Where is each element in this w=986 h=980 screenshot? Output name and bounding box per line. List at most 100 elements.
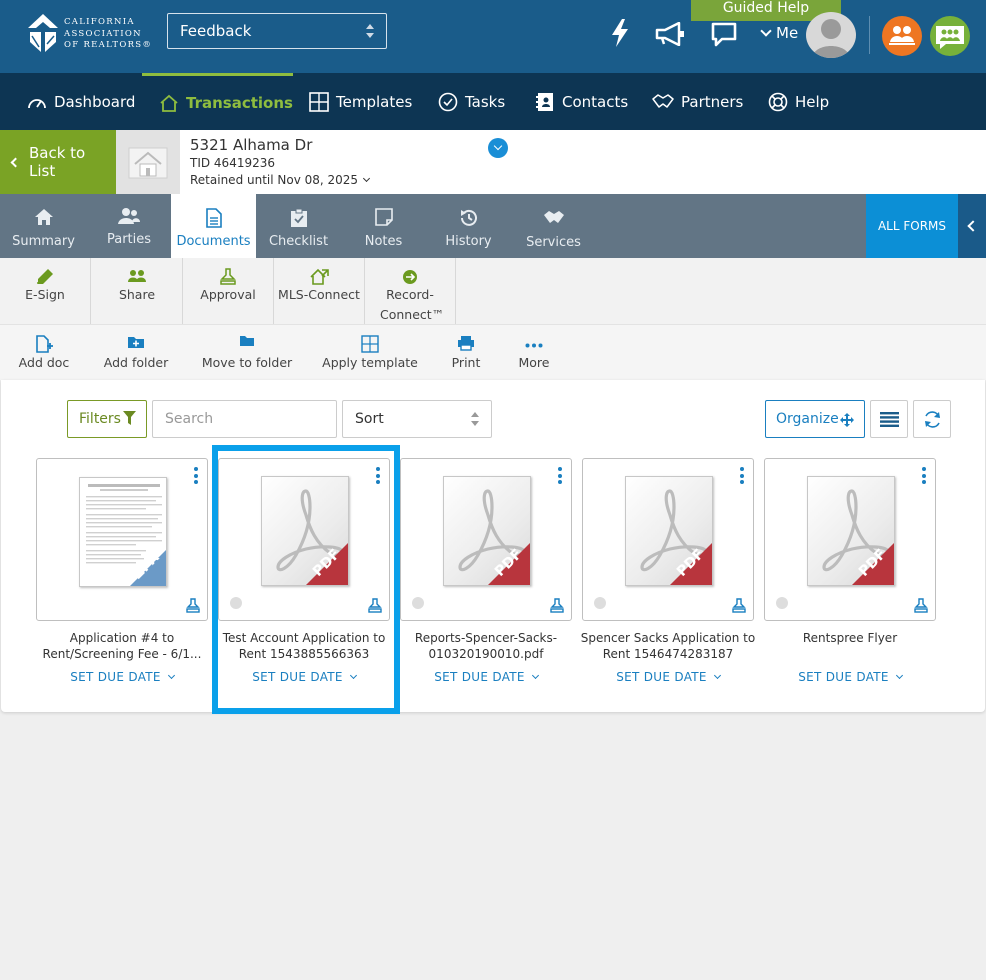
pdf-preview: PDF [807, 476, 895, 586]
document-thumbnail[interactable]: ZFX [36, 458, 208, 621]
property-house-icon [128, 147, 168, 179]
esign-button[interactable]: E-Sign [0, 258, 91, 324]
tab-notes[interactable]: Notes [341, 194, 426, 258]
tab-documents[interactable]: Documents [171, 194, 256, 258]
feedback-select[interactable]: Feedback [167, 13, 387, 49]
approval-stamp-icon[interactable] [731, 598, 747, 614]
document-thumbnail[interactable]: PDF [582, 458, 754, 621]
document-name[interactable]: Rentspree Flyer [760, 630, 940, 646]
nav-label: Dashboard [54, 92, 136, 111]
refresh-button[interactable] [913, 400, 951, 438]
logo-mark-icon [28, 14, 58, 52]
lifebuoy-icon [768, 92, 788, 111]
retention-date[interactable]: Retained until Nov 08, 2025 [190, 173, 371, 187]
mls-connect-button[interactable]: MLS-Connect [274, 258, 365, 324]
community-green-button[interactable] [930, 16, 970, 56]
chevron-left-icon [10, 157, 21, 167]
document-icon [205, 208, 222, 228]
document-actions-secondary: Add doc Add folder Move to folder Apply … [0, 324, 986, 380]
sort-select[interactable]: Sort [342, 400, 492, 438]
note-icon [374, 208, 393, 226]
kebab-menu-icon[interactable] [922, 467, 926, 487]
tab-parties[interactable]: Parties [87, 194, 171, 258]
nav-partners[interactable]: Partners [652, 73, 743, 130]
select-arrows-icon [471, 412, 479, 426]
nav-tasks[interactable]: Tasks [438, 73, 505, 130]
transaction-tabs: Summary Parties Documents Checklist Note… [0, 194, 986, 258]
tab-history[interactable]: History [426, 194, 511, 258]
car-logo[interactable]: CALIFORNIA ASSOCIATION OF REALTORS® [28, 14, 158, 58]
history-icon [460, 209, 477, 226]
nav-dashboard[interactable]: Dashboard [27, 73, 135, 130]
sort-label: Sort [355, 411, 384, 427]
tab-checklist[interactable]: Checklist [256, 194, 341, 258]
gauge-icon [28, 98, 46, 108]
nav-help[interactable]: Help [768, 73, 829, 130]
header-divider [869, 16, 870, 54]
nav-contacts[interactable]: Contacts [535, 73, 628, 130]
set-due-date-button[interactable]: SET DUE DATE [36, 670, 208, 684]
collapse-panel-button[interactable] [958, 194, 986, 258]
nav-label: Templates [336, 92, 413, 111]
nav-transactions[interactable]: Transactions [142, 73, 293, 130]
people-icon [118, 208, 140, 224]
print-button[interactable]: Print [446, 325, 486, 381]
set-due-date-button[interactable]: SET DUE DATE [764, 670, 936, 684]
add-folder-button[interactable]: Add folder [100, 325, 172, 381]
more-button[interactable]: More [512, 325, 556, 381]
approval-stamp-icon[interactable] [185, 598, 201, 614]
house-icon [160, 94, 178, 112]
megaphone-icon[interactable] [655, 22, 685, 46]
chevron-down-icon [713, 671, 721, 680]
chevron-down-icon [531, 671, 539, 680]
lightning-icon[interactable] [610, 19, 630, 47]
move-to-folder-button[interactable]: Move to folder [200, 325, 294, 381]
kebab-menu-icon[interactable] [740, 467, 744, 487]
set-due-date-button[interactable]: SET DUE DATE [582, 670, 754, 684]
document-thumbnail[interactable]: PDF [400, 458, 572, 621]
document-name[interactable]: Reports-Spencer-Sacks-010320190010.pdf [396, 630, 576, 662]
record-connect-button[interactable]: Record-Connect™ [365, 258, 456, 324]
share-button[interactable]: Share [92, 258, 183, 324]
apply-template-button[interactable]: Apply template [322, 325, 418, 381]
tab-summary[interactable]: Summary [0, 194, 87, 258]
pdf-preview: PDF [625, 476, 713, 586]
folder-icon [240, 336, 254, 346]
tab-services[interactable]: Services [511, 194, 596, 258]
nav-templates[interactable]: Templates [309, 73, 412, 130]
add-folder-icon [128, 337, 144, 348]
stamp-icon [220, 268, 236, 285]
kebab-menu-icon[interactable] [558, 467, 562, 487]
add-doc-button[interactable]: Add doc [14, 325, 74, 381]
kebab-menu-icon[interactable] [194, 467, 198, 487]
document-name[interactable]: Application #4 to Rent/Screening Fee - 6… [32, 630, 212, 662]
avatar[interactable] [806, 12, 856, 58]
back-to-list-button[interactable]: Back to List [0, 130, 116, 194]
expand-details-button[interactable] [488, 138, 508, 158]
approval-button[interactable]: Approval [183, 258, 274, 324]
approval-stamp-icon[interactable] [549, 598, 565, 614]
refresh-icon [925, 411, 940, 428]
filters-label: Filters [79, 411, 121, 427]
team-orange-button[interactable] [882, 16, 922, 56]
all-forms-button[interactable]: ALL FORMS [866, 194, 958, 258]
feedback-select-value: Feedback [180, 22, 252, 40]
approval-stamp-icon[interactable] [913, 598, 929, 614]
organize-button[interactable]: Organize [765, 400, 865, 438]
nav-label: Partners [681, 92, 744, 111]
handshake-icon [652, 93, 674, 108]
list-view-button[interactable] [870, 400, 908, 438]
home-icon [34, 209, 53, 225]
document-name[interactable]: Spencer Sacks Application to Rent 154647… [578, 630, 758, 662]
acrobat-icon [640, 489, 712, 585]
transaction-id: TID 46419236 [190, 156, 276, 170]
template-grid-icon [361, 335, 379, 353]
search-input[interactable] [152, 400, 337, 438]
property-thumbnail[interactable] [116, 130, 180, 194]
set-due-date-button[interactable]: SET DUE DATE [400, 670, 572, 684]
chat-icon[interactable] [710, 22, 738, 48]
selected-document-highlight [212, 445, 400, 714]
filters-button[interactable]: Filters [67, 400, 147, 438]
me-menu[interactable]: Me [760, 24, 798, 42]
document-thumbnail[interactable]: PDF [764, 458, 936, 621]
